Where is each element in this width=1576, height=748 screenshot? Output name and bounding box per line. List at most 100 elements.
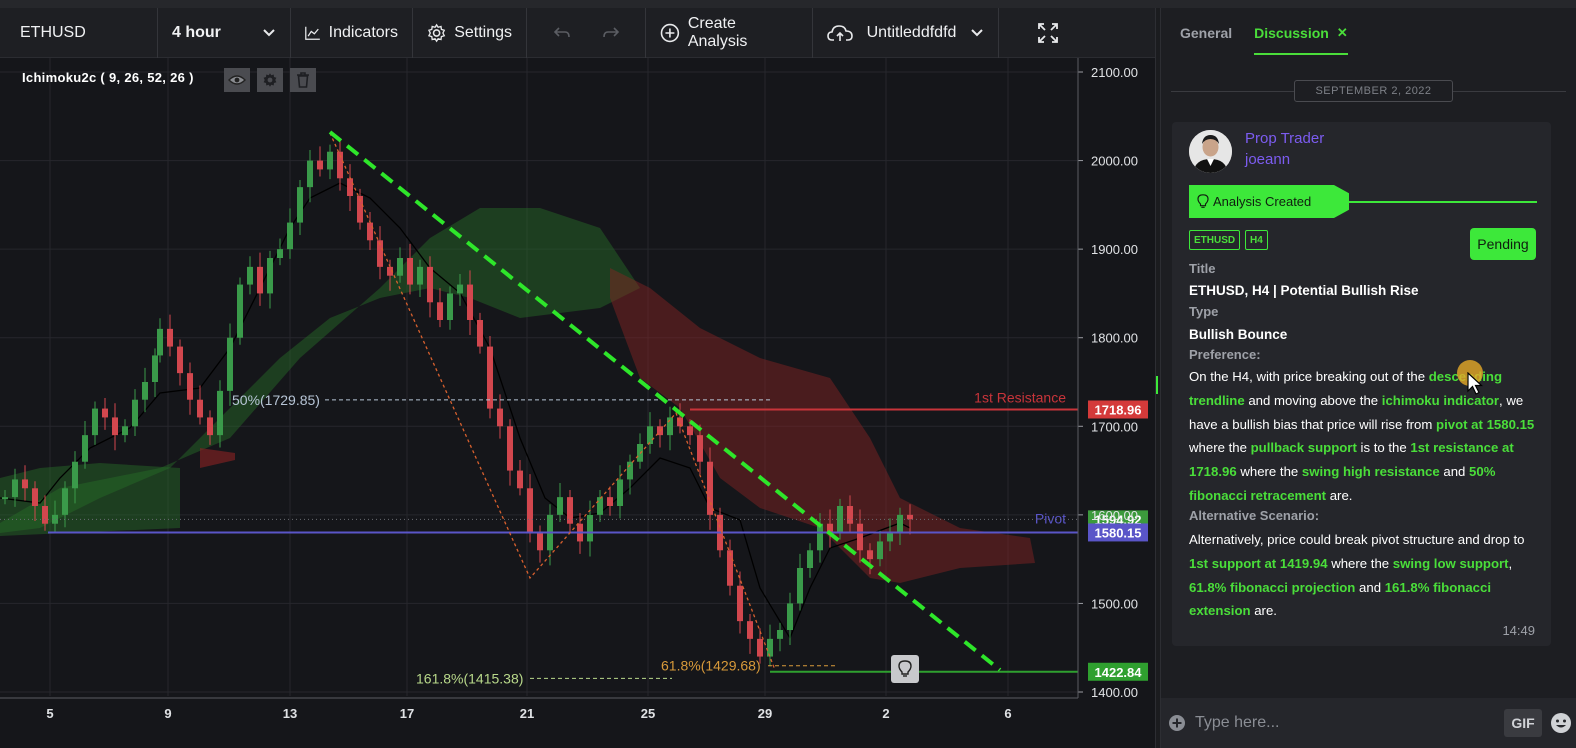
chart-canvas[interactable]: 1st Resistance Pivot 50%(1729.85) 61.8%(142… (0, 58, 1155, 748)
candle-body (887, 532, 893, 542)
candle-body (877, 541, 883, 560)
alternative-text: Alternatively, price could break pivot s… (1189, 528, 1539, 623)
chevron-down-icon (971, 28, 983, 36)
candle-body (327, 151, 333, 170)
alternative-label: Alternative Scenario: (1189, 508, 1320, 523)
layout-dropdown[interactable]: Untitleddfdfd (813, 7, 999, 58)
gear-icon (263, 73, 277, 87)
indicator-visibility-button[interactable] (224, 68, 250, 92)
candle-body (617, 479, 623, 506)
candle-body (142, 382, 148, 400)
candle-body (207, 417, 213, 436)
candle-body (397, 258, 403, 276)
candle-body (447, 293, 453, 320)
candle-body (317, 160, 323, 170)
body-text: is to the (1356, 440, 1411, 456)
undo-icon[interactable] (553, 26, 571, 40)
fib-618-label: 61.8%(1429.68) (661, 658, 761, 674)
body-text: and moving above the (1244, 392, 1382, 408)
candle-body (237, 284, 243, 338)
settings-label: Settings (454, 23, 512, 41)
candle-body (597, 497, 603, 515)
candle-body (157, 328, 163, 356)
x-tick-label: 21 (520, 706, 534, 721)
indicators-button[interactable]: Indicators (291, 7, 413, 58)
candle-body (697, 435, 703, 462)
create-analysis-button[interactable]: Create Analysis (646, 7, 813, 58)
indicator-delete-button[interactable] (290, 68, 316, 92)
status-badge[interactable]: Pending (1470, 228, 1536, 260)
indicator-settings-button[interactable] (257, 68, 283, 92)
trash-icon (297, 72, 309, 88)
redo-icon[interactable] (602, 26, 620, 40)
gif-button[interactable]: GIF (1504, 709, 1542, 737)
candle-body (467, 284, 473, 320)
tab-general[interactable]: General (1180, 25, 1232, 41)
candle-body (247, 266, 253, 285)
candle-body (227, 337, 233, 391)
y-tick-label: 1600.00 (1091, 508, 1138, 523)
candle-body (777, 630, 783, 639)
candle-body (737, 585, 743, 622)
message-input[interactable]: Type here... (1195, 714, 1280, 732)
analysis-created-banner: Analysis Created (1189, 185, 1349, 218)
candle-body (257, 266, 263, 294)
body-text: , (1508, 555, 1513, 571)
price-chart[interactable]: 1st Resistance Pivot 50%(1729.85) 61.8%(142… (0, 58, 1155, 748)
user-name[interactable]: joeann (1245, 151, 1290, 168)
candle-body (12, 479, 18, 498)
candle-body (627, 461, 633, 480)
y-tick-label: 2100.00 (1091, 65, 1138, 80)
y-tick-label: 1400.00 (1091, 685, 1138, 700)
candle-body (767, 638, 773, 657)
x-tick-label: 25 (641, 706, 655, 721)
candle-body (857, 523, 863, 551)
candle-body (527, 488, 533, 533)
title-value: ETHUSD, H4 | Potential Bullish Rise (1189, 283, 1419, 298)
undo-redo-group (527, 7, 646, 58)
tab-discussion[interactable]: Discussion ✕ (1254, 25, 1348, 55)
resistance-label: 1st Resistance (974, 389, 1066, 405)
candle-body (62, 488, 68, 515)
candle-body (2, 497, 8, 500)
highlight-text: 1st support at 1419.94 (1189, 555, 1328, 571)
body-text: where the (1327, 555, 1393, 571)
close-icon[interactable]: ✕ (1337, 25, 1348, 41)
fullscreen-button[interactable] (999, 8, 1097, 58)
symbol-selector[interactable]: ETHUSD (0, 7, 158, 58)
plus-circle-icon[interactable] (1167, 713, 1187, 733)
body-text: are. (1250, 603, 1277, 619)
x-tick-label: 13 (283, 706, 297, 721)
chevron-down-icon (263, 28, 275, 36)
candle-body (787, 603, 793, 630)
candle-body (587, 514, 593, 542)
candle-body (22, 479, 28, 489)
pivot-label: Pivot (1035, 510, 1066, 526)
x-tick-label: 6 (1004, 706, 1011, 721)
symbol-tag: ETHUSD (1189, 230, 1241, 250)
candle-body (32, 488, 38, 506)
avatar[interactable] (1189, 130, 1232, 173)
price-label-text: 1580.15 (1095, 525, 1142, 540)
body-text: where the (1236, 464, 1302, 480)
candle-body (122, 426, 128, 436)
fullscreen-icon (1038, 22, 1058, 43)
candle-body (297, 187, 303, 223)
candle-body (897, 514, 903, 533)
y-tick-label: 1900.00 (1091, 242, 1138, 257)
chart-toolbar: ETHUSD 4 hour Indicators Settings Create… (0, 7, 1155, 58)
user-role[interactable]: Prop Trader (1245, 130, 1324, 147)
candle-body (152, 355, 158, 382)
analysis-marker-button[interactable] (891, 655, 919, 683)
highlight-text: swing high resistance (1301, 464, 1440, 480)
body-text: and (1355, 579, 1385, 595)
body-text: Alternatively, price could break pivot s… (1189, 532, 1525, 547)
lightbulb-icon (898, 660, 912, 677)
interval-dropdown[interactable]: 4 hour (158, 7, 291, 58)
indicator-legend: Ichimoku2c ( 9, 26, 52, 26 ) (22, 70, 194, 85)
candle-body (82, 435, 88, 462)
candle-body (407, 258, 413, 285)
highlight-text: 61.8% fibonacci projection (1189, 579, 1356, 595)
settings-button[interactable]: Settings (413, 7, 527, 58)
emoji-icon[interactable] (1550, 712, 1572, 734)
